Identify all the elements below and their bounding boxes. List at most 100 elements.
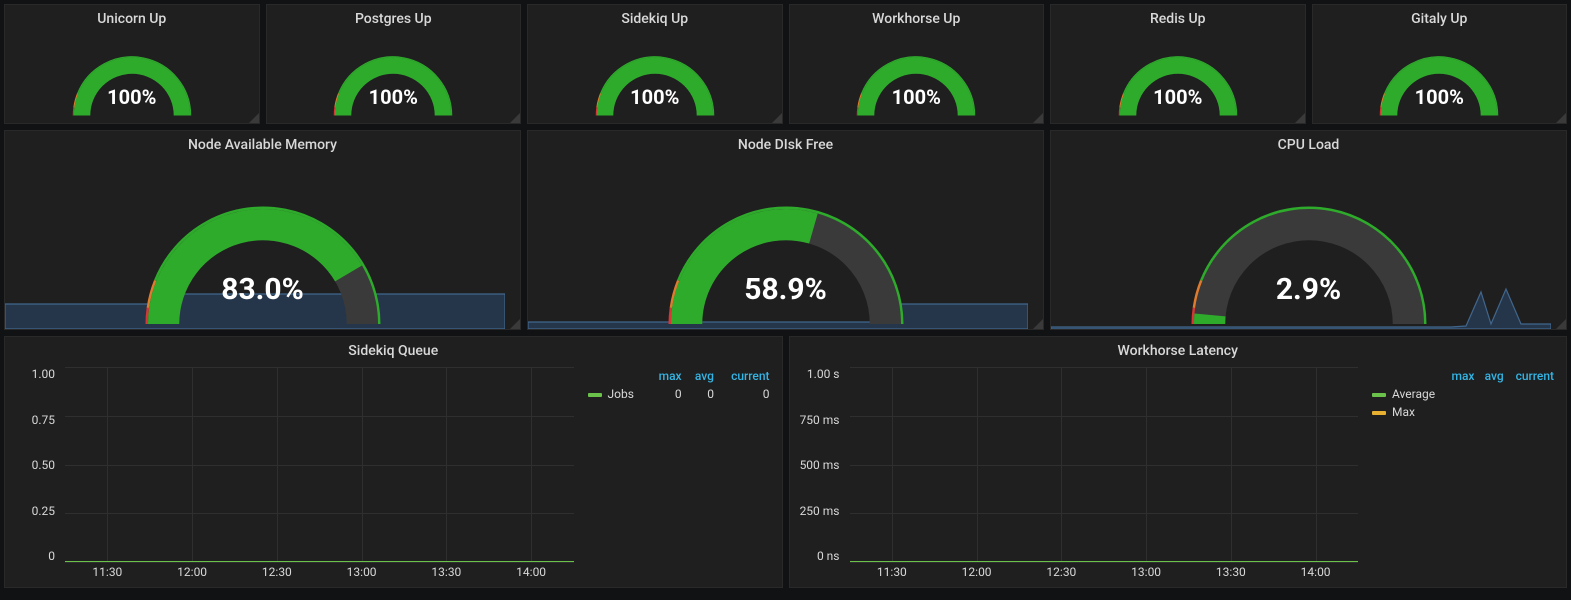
resize-handle-icon[interactable] bbox=[249, 113, 259, 123]
panel-title[interactable]: Gitaly Up bbox=[1313, 5, 1567, 31]
panel-title[interactable]: Unicorn Up bbox=[5, 5, 259, 31]
x-tick-label: 11:30 bbox=[65, 565, 150, 585]
chart-legend: maxavgcurrentJobs000 bbox=[574, 367, 774, 585]
gauge-value-label: 100% bbox=[630, 85, 679, 109]
legend-swatch-icon bbox=[1372, 411, 1386, 415]
legend-value: 0 bbox=[686, 385, 718, 403]
y-tick-label: 1.00 bbox=[13, 367, 55, 381]
panel-workhorse-latency[interactable]: Workhorse Latency 1.00 s750 ms500 ms250 … bbox=[789, 336, 1568, 588]
panel-postgres-up[interactable]: Postgres Up 100% bbox=[266, 4, 522, 124]
legend-header: avg bbox=[1478, 367, 1507, 385]
legend-header: current bbox=[1508, 367, 1558, 385]
y-tick-label: 0.25 bbox=[13, 504, 55, 518]
gauge-value-label: 100% bbox=[369, 85, 418, 109]
gauge-value-label: 2.9% bbox=[1276, 272, 1341, 307]
resize-handle-icon[interactable] bbox=[1556, 319, 1566, 329]
gauge: 58.9% bbox=[528, 157, 1043, 329]
x-tick-label: 12:00 bbox=[934, 565, 1019, 585]
series-line bbox=[65, 561, 574, 562]
panel-title[interactable]: Postgres Up bbox=[267, 5, 521, 31]
gauge: 100% bbox=[267, 31, 521, 123]
y-axis: 1.000.750.500.250 bbox=[13, 367, 61, 563]
gauge-value-label: 83.0% bbox=[221, 272, 304, 307]
legend-row[interactable]: Jobs000 bbox=[584, 385, 774, 403]
legend-series-name: Jobs bbox=[608, 387, 634, 401]
y-axis: 1.00 s750 ms500 ms250 ms0 ns bbox=[798, 367, 846, 563]
gauge-value-label: 100% bbox=[1415, 85, 1464, 109]
resize-handle-icon[interactable] bbox=[1033, 319, 1043, 329]
panel-gitaly-up[interactable]: Gitaly Up 100% bbox=[1312, 4, 1568, 124]
legend-table: maxavgcurrentAverageMax bbox=[1368, 367, 1558, 421]
gauge: 2.9% bbox=[1051, 157, 1566, 329]
gauge-svg bbox=[661, 189, 911, 329]
panel-redis-up[interactable]: Redis Up 100% bbox=[1050, 4, 1306, 124]
panel-title[interactable]: CPU Load bbox=[1051, 131, 1566, 157]
x-tick-label: 12:30 bbox=[235, 565, 320, 585]
plot-grid bbox=[65, 367, 574, 563]
chart-plot[interactable]: 1.00 s750 ms500 ms250 ms0 ns11:3012:0012… bbox=[798, 367, 1359, 585]
legend-swatch-icon bbox=[588, 393, 602, 397]
x-tick-label: 12:30 bbox=[1019, 565, 1104, 585]
legend-value bbox=[1508, 385, 1558, 403]
x-tick-label: 13:00 bbox=[319, 565, 404, 585]
panel-cpu-load[interactable]: CPU Load 2.9% bbox=[1050, 130, 1567, 330]
y-tick-label: 0 ns bbox=[798, 549, 840, 563]
y-tick-label: 0.75 bbox=[13, 413, 55, 427]
chart-body: 1.00 0.75 0.50 0.25 0 11:3012:0012:3013:0013:… bbox=[5, 363, 782, 587]
legend-series-name: Average bbox=[1392, 387, 1435, 401]
resize-handle-icon[interactable] bbox=[510, 113, 520, 123]
panel-title[interactable]: Sidekiq Queue bbox=[5, 337, 782, 363]
y-tick-label: 250 ms bbox=[798, 504, 840, 518]
legend-value bbox=[1445, 385, 1479, 403]
legend-header: avg bbox=[686, 367, 718, 385]
chart-body: 1.00 s750 ms500 ms250 ms0 ns11:3012:0012… bbox=[790, 363, 1567, 587]
legend-value: 0 bbox=[649, 385, 686, 403]
big-gauge-row: Node Available Memory 83.0% Node DIsk Fr… bbox=[4, 130, 1567, 330]
gauge: 100% bbox=[5, 31, 259, 123]
status-gauge-row: Unicorn Up 100% Postgres Up 100% Sidekiq… bbox=[4, 4, 1567, 124]
x-tick-label: 11:30 bbox=[850, 565, 935, 585]
panel-title[interactable]: Node Available Memory bbox=[5, 131, 520, 157]
panel-title[interactable]: Workhorse Latency bbox=[790, 337, 1567, 363]
gauge-svg bbox=[138, 189, 388, 329]
panel-sidekiq-up[interactable]: Sidekiq Up 100% bbox=[527, 4, 783, 124]
resize-handle-icon[interactable] bbox=[772, 113, 782, 123]
resize-handle-icon[interactable] bbox=[510, 319, 520, 329]
x-axis: 11:3012:0012:3013:0013:3014:00 bbox=[65, 565, 574, 585]
series-line bbox=[850, 561, 1359, 562]
panel-node-memory[interactable]: Node Available Memory 83.0% bbox=[4, 130, 521, 330]
resize-handle-icon[interactable] bbox=[1295, 113, 1305, 123]
x-tick-label: 13:30 bbox=[1189, 565, 1274, 585]
legend-row[interactable]: Average bbox=[1368, 385, 1558, 403]
x-tick-label: 14:00 bbox=[1273, 565, 1358, 585]
panel-sidekiq-queue[interactable]: Sidekiq Queue 1.00 0.75 0.50 0.25 0 11:3012:0… bbox=[4, 336, 783, 588]
gauge: 100% bbox=[1313, 31, 1567, 123]
resize-handle-icon[interactable] bbox=[1556, 113, 1566, 123]
y-tick-label: 500 ms bbox=[798, 458, 840, 472]
gauge: 100% bbox=[528, 31, 782, 123]
y-tick-label: 0.50 bbox=[13, 458, 55, 472]
gauge-value-label: 100% bbox=[107, 85, 156, 109]
gauge-svg bbox=[1184, 189, 1434, 329]
chart-plot[interactable]: 1.000.750.500.25011:3012:0012:3013:0013:… bbox=[13, 367, 574, 585]
gauge: 83.0% bbox=[5, 157, 520, 329]
panel-title[interactable]: Node DIsk Free bbox=[528, 131, 1043, 157]
gauge-value-label: 100% bbox=[892, 85, 941, 109]
panel-workhorse-up[interactable]: Workhorse Up 100% bbox=[789, 4, 1045, 124]
panel-unicorn-up[interactable]: Unicorn Up 100% bbox=[4, 4, 260, 124]
panel-title[interactable]: Sidekiq Up bbox=[528, 5, 782, 31]
gauge-value-label: 58.9% bbox=[744, 272, 827, 307]
panel-title[interactable]: Redis Up bbox=[1051, 5, 1305, 31]
panel-node-disk[interactable]: Node DIsk Free 58.9% bbox=[527, 130, 1044, 330]
legend-swatch-icon bbox=[1372, 393, 1386, 397]
legend-value bbox=[1508, 403, 1558, 421]
y-tick-label: 1.00 s bbox=[798, 367, 840, 381]
gauge: 100% bbox=[1051, 31, 1305, 123]
legend-row[interactable]: Max bbox=[1368, 403, 1558, 421]
panel-title[interactable]: Workhorse Up bbox=[790, 5, 1044, 31]
legend-table: maxavgcurrentJobs000 bbox=[584, 367, 774, 403]
resize-handle-icon[interactable] bbox=[1033, 113, 1043, 123]
x-axis: 11:3012:0012:3013:0013:3014:00 bbox=[850, 565, 1359, 585]
legend-value bbox=[1478, 403, 1507, 421]
legend-value bbox=[1478, 385, 1507, 403]
